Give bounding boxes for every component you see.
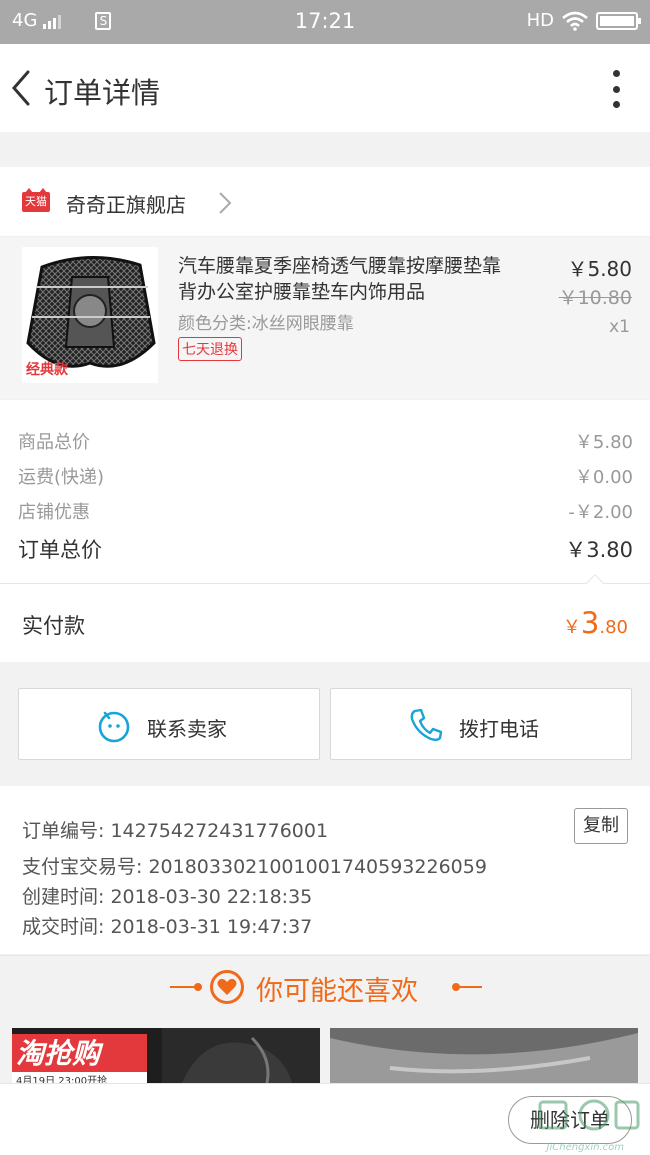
- product-sku: 颜色分类:冰丝网眼腰靠: [178, 314, 354, 334]
- order-number-label: 订单编号:: [22, 820, 105, 842]
- copy-button[interactable]: 复制: [574, 808, 628, 844]
- call-phone-label: 拨打电话: [459, 717, 539, 741]
- summary-row: 运费(快递) ￥0.00: [0, 457, 650, 491]
- paid-decimal: .80: [599, 617, 628, 638]
- battery-icon: [596, 11, 641, 30]
- summary-label: 运费(快递): [18, 467, 105, 488]
- created-time: 2018-03-30 22:18:35: [110, 886, 313, 908]
- watermark: JiChengxin.com: [534, 1092, 644, 1153]
- created-time-label: 创建时间:: [22, 886, 105, 908]
- product-thumbnail: [330, 1028, 638, 1083]
- shop-name[interactable]: 奇奇正旗舰店: [66, 189, 186, 218]
- chevron-left-icon[interactable]: [6, 66, 36, 110]
- product-quantity: x1: [609, 317, 630, 337]
- order-info: 订单编号: 142754272431776001 复制 支付宝交易号: 2018…: [0, 786, 650, 954]
- summary-row: 商品总价 ￥5.80: [0, 422, 650, 456]
- contact-seller-label: 联系卖家: [147, 717, 227, 741]
- contact-seller-button[interactable]: 联系卖家: [18, 688, 320, 760]
- alipay-number: 2018033021001001740593226059: [148, 856, 487, 878]
- product-image[interactable]: 经典款: [22, 247, 158, 383]
- chat-icon: [98, 711, 130, 743]
- watermark-logo-icon: [538, 1099, 640, 1131]
- paid-label: 实付款: [22, 614, 85, 638]
- alipay-number-label: 支付宝交易号:: [22, 856, 143, 878]
- nav-bar: 订单详情: [0, 44, 650, 132]
- tmall-icon: 天猫: [22, 188, 50, 212]
- chevron-right-icon: [219, 192, 232, 214]
- more-vertical-icon[interactable]: [612, 70, 620, 108]
- order-total-label: 订单总价: [18, 538, 102, 562]
- bottom-bar: 删除订单 JiChengxin.com: [0, 1083, 650, 1155]
- decor-dot: [194, 983, 202, 991]
- product-image-tag: 经典款: [26, 362, 68, 378]
- recommend-card[interactable]: 淘抢购 4月19日 23:00开抢: [12, 1028, 320, 1083]
- summary-label: 店铺优惠: [18, 502, 90, 523]
- deal-time-label: 成交时间:: [22, 916, 105, 938]
- recommend-header: 你可能还喜欢: [0, 955, 650, 1017]
- watermark-url: JiChengxin.com: [546, 1142, 624, 1153]
- promo-banner: 淘抢购: [12, 1034, 147, 1074]
- summary-value: ￥5.80: [574, 432, 633, 453]
- alipay-number-line: 支付宝交易号: 2018033021001001740593226059: [22, 852, 487, 879]
- order-total-value: ￥3.80: [565, 538, 633, 562]
- deal-time: 2018-03-31 19:47:37: [110, 916, 313, 938]
- recommend-title: 你可能还喜欢: [256, 976, 418, 1007]
- summary-row: 店铺优惠 -￥2.00: [0, 492, 650, 526]
- product-item[interactable]: 经典款 汽车腰靠夏季座椅透气腰靠按摩腰垫靠背办公室护腰靠垫车内饰用品 颜色分类:…: [0, 237, 650, 399]
- order-number: 142754272431776001: [110, 820, 329, 842]
- heart-icon: [210, 970, 244, 1004]
- product-title[interactable]: 汽车腰靠夏季座椅透气腰靠按摩腰垫靠背办公室护腰靠垫车内饰用品: [178, 253, 518, 305]
- order-total-row: 订单总价 ￥3.80: [0, 528, 650, 562]
- summary-value: -￥2.00: [568, 502, 633, 523]
- paid-integer: 3: [580, 606, 600, 640]
- decor-line: [454, 986, 482, 988]
- deal-time-line: 成交时间: 2018-03-31 19:47:37: [22, 912, 312, 939]
- product-price: ￥5.80: [567, 257, 632, 281]
- recommend-grid: 淘抢购 4月19日 23:00开抢: [0, 1028, 650, 1083]
- status-right: HD: [526, 10, 641, 31]
- wifi-icon: [562, 11, 588, 31]
- summary-value: ￥0.00: [574, 467, 633, 488]
- promo-date: 4月19日 23:00开抢: [16, 1076, 108, 1083]
- hd-label: HD: [526, 10, 554, 31]
- product-thumbnail: [162, 1028, 320, 1083]
- contact-row: 联系卖家 拨打电话: [0, 680, 650, 770]
- summary-label: 商品总价: [18, 432, 90, 453]
- status-bar: 4G S 17:21 HD: [0, 0, 650, 44]
- created-time-line: 创建时间: 2018-03-30 22:18:35: [22, 882, 312, 909]
- order-number-line: 订单编号: 142754272431776001: [22, 816, 328, 843]
- return-policy-badge: 七天退换: [178, 337, 242, 361]
- product-original-price: ￥10.80: [558, 287, 632, 309]
- paid-amount-row: 实付款 ￥3.80: [0, 584, 650, 662]
- page-title: 订单详情: [44, 76, 161, 110]
- call-phone-button[interactable]: 拨打电话: [330, 688, 632, 760]
- price-summary: 商品总价 ￥5.80 运费(快递) ￥0.00 店铺优惠 -￥2.00 订单总价…: [0, 400, 650, 584]
- paid-value: ￥3.80: [563, 606, 628, 640]
- shop-header[interactable]: 天猫 奇奇正旗舰店: [0, 167, 650, 237]
- phone-icon: [410, 708, 443, 741]
- recommend-card[interactable]: [330, 1028, 638, 1083]
- paid-currency: ￥: [562, 617, 581, 638]
